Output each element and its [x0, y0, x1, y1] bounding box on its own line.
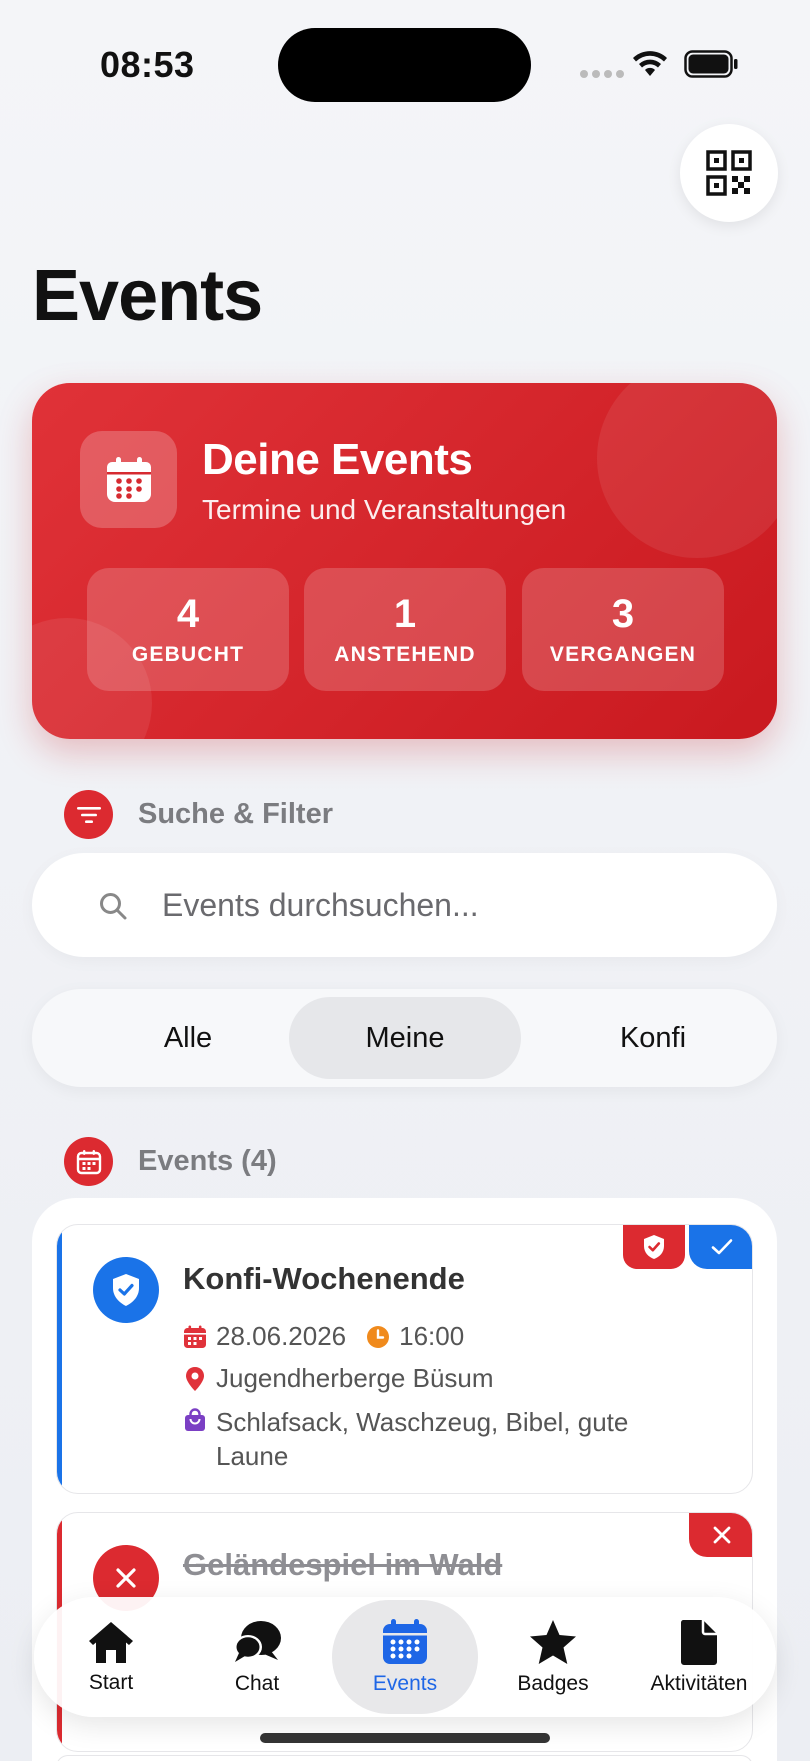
chat-bubbles-icon: [234, 1621, 281, 1662]
tab-label: Chat: [234, 1672, 280, 1695]
search-bar[interactable]: [32, 853, 777, 957]
stat-label: GEBUCHT: [131, 643, 245, 666]
event-datetime: 28.06.2026 16:00: [183, 1321, 464, 1352]
stat-value: 4: [176, 592, 200, 636]
events-section-header: Events (4): [64, 1137, 277, 1186]
segment-mine[interactable]: Meine: [289, 997, 521, 1079]
event-time: 16:00: [399, 1321, 465, 1351]
stat-label: VERGANGEN: [549, 643, 697, 666]
shield-check-icon: [113, 1274, 139, 1306]
shield-check-icon: [644, 1235, 664, 1259]
bring-line: Laune: [216, 1441, 289, 1471]
tab-events[interactable]: Events: [332, 1600, 478, 1714]
bring-line: Schlafsack, Waschzeug, Bibel, gute: [216, 1407, 629, 1437]
segment-all[interactable]: Alle: [72, 997, 304, 1079]
tab-start[interactable]: Start: [38, 1597, 184, 1717]
star-icon: [530, 1620, 576, 1664]
hero-subtitle: Termine und Veranstaltungen: [202, 494, 567, 525]
calendar-icon: [183, 1325, 207, 1349]
segment-konfi[interactable]: Konfi: [537, 997, 769, 1079]
event-date: 28.06.2026: [216, 1321, 347, 1351]
tab-bar: Start Chat Events Badges Aktivitäten: [34, 1597, 776, 1717]
tab-chat[interactable]: Chat: [184, 1597, 330, 1717]
event-location: Jugendherberge Büsum: [216, 1363, 494, 1393]
document-icon: [680, 1620, 717, 1665]
status-time: 08:53: [100, 44, 195, 85]
qr-code-button[interactable]: [680, 124, 778, 222]
event-title: Konfi-Wochenende: [183, 1261, 465, 1296]
stat-past: 3 VERGANGEN: [522, 568, 724, 691]
dynamic-island: [278, 28, 531, 102]
next-event-card-peek: [56, 1755, 753, 1761]
status-bar: 08:53: [0, 0, 810, 130]
clock-icon: [366, 1325, 390, 1349]
search-icon: [100, 893, 127, 920]
status-stripe: [57, 1225, 62, 1493]
close-icon: [713, 1526, 731, 1544]
qr-code-icon: [706, 150, 752, 196]
filter-badge: [64, 790, 113, 839]
house-icon: [89, 1622, 133, 1663]
page-title: Events: [32, 256, 263, 336]
checkmark-icon: [711, 1239, 733, 1255]
hero-title: Deine Events: [202, 435, 473, 484]
calendar-icon: [383, 1619, 427, 1664]
tab-label: Aktivitäten: [650, 1672, 748, 1695]
cellular-signal-icon: [580, 70, 624, 78]
booked-tag: [689, 1225, 752, 1269]
stat-upcoming: 1 ANSTEHEND: [304, 568, 506, 691]
calendar-icon: [76, 1149, 101, 1174]
konfi-tag: [623, 1225, 685, 1269]
event-card[interactable]: Konfi-Wochenende 28.06.2026 16:00 Jugend…: [56, 1224, 753, 1494]
event-bring-row: Schlafsack, Waschzeug, Bibel, gute Laune: [183, 1405, 628, 1473]
hero-icon-tile: [80, 431, 177, 528]
events-badge: [64, 1137, 113, 1186]
section-label: Events (4): [138, 1145, 277, 1177]
tab-label: Start: [88, 1671, 134, 1694]
wifi-icon: [633, 51, 667, 76]
stat-booked: 4 GEBUCHT: [87, 568, 289, 691]
close-icon: [116, 1568, 136, 1588]
event-location-row: Jugendherberge Büsum: [183, 1363, 494, 1394]
decorative-circle: [597, 383, 777, 558]
filter-icon: [76, 806, 101, 823]
battery-icon: [684, 50, 738, 78]
event-status-icon: [93, 1257, 159, 1323]
stat-value: 1: [393, 592, 417, 636]
tab-badges[interactable]: Badges: [480, 1597, 626, 1717]
calendar-icon: [106, 456, 151, 502]
event-bring-list: Schlafsack, Waschzeug, Bibel, gute Laune: [216, 1405, 628, 1473]
bag-icon: [183, 1408, 207, 1432]
tab-activities[interactable]: Aktivitäten: [626, 1597, 772, 1717]
tab-label: Events: [372, 1672, 438, 1695]
cancelled-tag: [689, 1513, 752, 1557]
events-summary-card: Deine Events Termine und Veranstaltungen…: [32, 383, 777, 739]
tab-label: Badges: [517, 1672, 589, 1695]
location-pin-icon: [183, 1366, 207, 1392]
event-title: Geländespiel im Wald: [183, 1547, 503, 1582]
search-input[interactable]: [162, 879, 742, 931]
stat-value: 3: [611, 592, 635, 636]
home-indicator: [260, 1733, 550, 1743]
filter-section-header: Suche & Filter: [64, 790, 333, 839]
stat-label: ANSTEHEND: [334, 643, 476, 666]
segmented-filter: Alle Meine Konfi: [32, 989, 777, 1087]
section-label: Suche & Filter: [138, 798, 333, 830]
